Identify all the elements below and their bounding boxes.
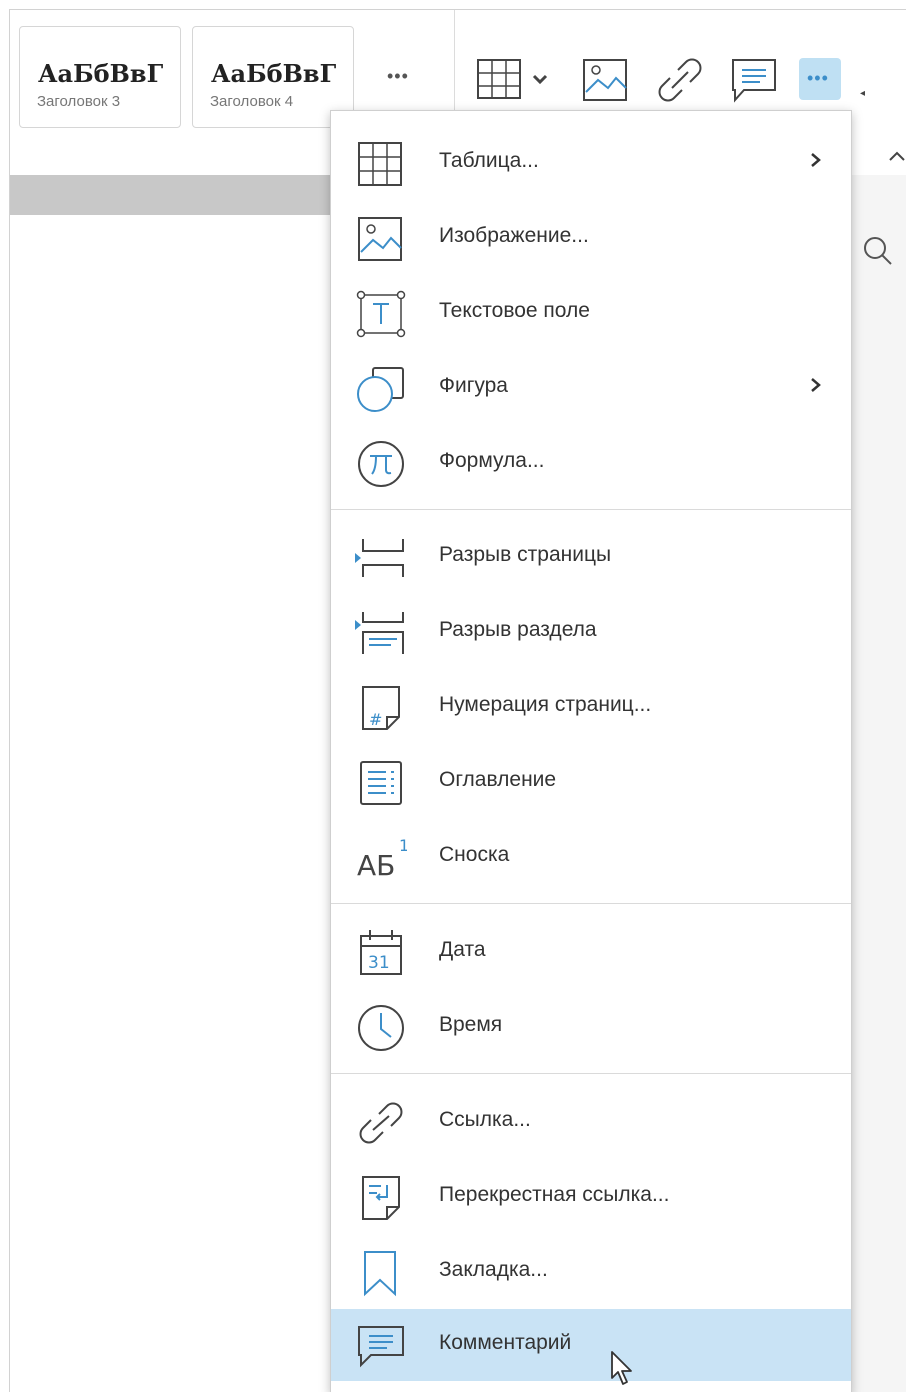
- link-icon: [359, 1102, 403, 1144]
- page-numbering-icon: #: [362, 686, 400, 730]
- calendar-icon: 31: [360, 930, 402, 975]
- menu-item-formula[interactable]: Формула...: [331, 427, 851, 499]
- table-icon[interactable]: [476, 58, 556, 102]
- menu-item-label: Сноска: [439, 843, 510, 866]
- menu-item-cross-reference[interactable]: Перекрестная ссылка...: [331, 1161, 851, 1233]
- mouse-cursor-icon: [611, 1351, 632, 1385]
- style-name: Заголовок 3: [37, 93, 121, 110]
- toolbar-overflow-arrow[interactable]: ◂: [860, 88, 865, 99]
- menu-item-time[interactable]: Время: [331, 991, 851, 1063]
- menu-divider: [331, 1073, 851, 1074]
- editor-window: АаБбВвГ Заголовок 3 АаБбВвГ Заголовок 4 …: [9, 9, 906, 1392]
- cross-reference-icon: [362, 1176, 400, 1220]
- formula-icon: [358, 441, 404, 487]
- menu-item-label: Комментарий: [439, 1331, 572, 1354]
- menu-item-label: Формула...: [439, 449, 545, 472]
- table-of-contents-icon: [360, 761, 402, 805]
- menu-item-comment[interactable]: Комментарий: [331, 1309, 851, 1381]
- menu-item-label: Разрыв раздела: [439, 618, 597, 641]
- ruler-area: [10, 175, 340, 215]
- menu-item-shape[interactable]: Фигура: [331, 352, 851, 424]
- image-icon[interactable]: [582, 56, 630, 104]
- menu-item-page-break[interactable]: Разрыв страницы: [331, 521, 851, 593]
- text-box-icon: [356, 290, 406, 338]
- menu-item-label: Фигура: [439, 374, 508, 397]
- menu-item-footnote[interactable]: АБ 1 Сноска: [331, 821, 851, 893]
- more-icon: •••: [807, 68, 829, 88]
- chevron-right-icon: [811, 378, 821, 392]
- link-icon[interactable]: [656, 56, 704, 104]
- menu-item-table[interactable]: Таблица...: [331, 127, 851, 199]
- menu-item-label: Разрыв страницы: [439, 543, 612, 566]
- menu-item-link[interactable]: Ссылка...: [331, 1086, 851, 1158]
- chevron-right-icon: [811, 153, 821, 167]
- clock-icon: [358, 1005, 404, 1051]
- menu-item-label: Текстовое поле: [439, 299, 590, 322]
- menu-item-label: Закладка...: [439, 1258, 548, 1281]
- comment-icon[interactable]: [730, 56, 778, 104]
- menu-divider: [331, 509, 851, 510]
- menu-item-bookmark[interactable]: Закладка...: [331, 1236, 851, 1308]
- page-break-icon: [355, 539, 404, 577]
- menu-item-label: Время: [439, 1013, 503, 1036]
- menu-item-label: Перекрестная ссылка...: [439, 1183, 670, 1206]
- menu-item-section-break[interactable]: Разрыв раздела: [331, 596, 851, 668]
- menu-item-table-of-contents[interactable]: Оглавление: [331, 746, 851, 818]
- menu-item-label: Изображение...: [439, 224, 589, 247]
- menu-item-image[interactable]: Изображение...: [331, 202, 851, 274]
- menu-item-page-numbering[interactable]: # Нумерация страниц...: [331, 671, 851, 743]
- image-icon: [358, 217, 402, 261]
- comment-icon: [358, 1326, 404, 1368]
- insert-more-button[interactable]: •••: [799, 58, 841, 100]
- menu-item-label: Ссылка...: [439, 1108, 531, 1131]
- svg-text:31: 31: [368, 953, 390, 973]
- svg-text:#: #: [369, 710, 382, 729]
- menu-item-label: Нумерация страниц...: [439, 693, 652, 716]
- search-icon[interactable]: [862, 235, 894, 267]
- svg-text:1: 1: [399, 836, 407, 855]
- section-break-icon: [355, 612, 404, 654]
- collapse-chevron-icon[interactable]: [888, 150, 906, 162]
- style-sample: АаБбВвГ: [211, 59, 337, 88]
- style-name: Заголовок 4: [210, 93, 294, 110]
- menu-item-text-box[interactable]: Текстовое поле: [331, 277, 851, 349]
- menu-divider: [331, 903, 851, 904]
- style-sample: АаБбВвГ: [38, 59, 164, 88]
- style-heading-3[interactable]: АаБбВвГ Заголовок 3: [19, 26, 181, 128]
- table-icon: [358, 142, 402, 186]
- bookmark-icon: [364, 1251, 396, 1297]
- menu-item-label: Дата: [439, 938, 486, 961]
- styles-more-button[interactable]: •••: [387, 66, 409, 87]
- footnote-icon: АБ 1: [357, 836, 407, 882]
- menu-item-date[interactable]: 31 Дата: [331, 916, 851, 988]
- insert-menu: Таблица... Изображение... Текстовое поле…: [330, 110, 852, 1392]
- shape-icon: [357, 367, 404, 412]
- svg-text:АБ: АБ: [357, 849, 395, 882]
- menu-item-label: Оглавление: [439, 768, 557, 791]
- menu-item-label: Таблица...: [439, 149, 539, 172]
